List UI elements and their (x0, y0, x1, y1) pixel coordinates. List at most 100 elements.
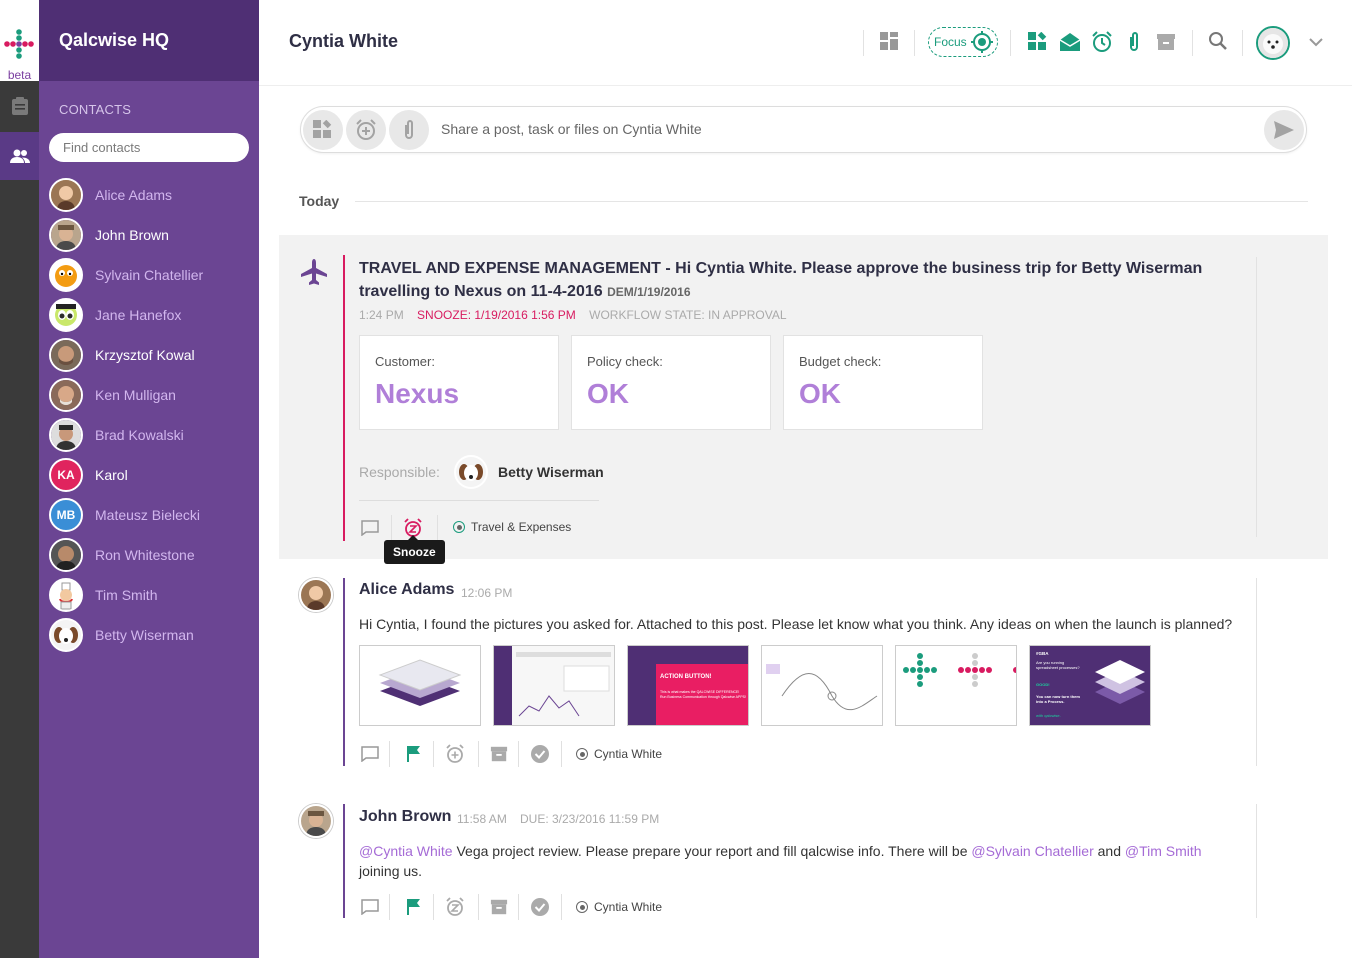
divider (1010, 30, 1011, 56)
clipboard-icon (11, 97, 28, 115)
post-composer: Share a post, task or files on Cyntia Wh… (300, 106, 1307, 153)
comment-icon (361, 899, 379, 915)
attachment-thumbnail[interactable] (359, 645, 481, 726)
john-portrait-icon (301, 806, 331, 836)
contact-item[interactable]: Alice Adams (49, 176, 257, 214)
divider (437, 515, 438, 541)
apps-icon (313, 120, 332, 138)
dog-icon (51, 620, 81, 650)
complete-button[interactable] (529, 743, 551, 765)
add-app-button[interactable] (303, 110, 343, 150)
due-date: DUE: 3/23/2016 11:59 PM (520, 812, 660, 826)
dashboard-image-icon (494, 646, 614, 725)
mention-link[interactable]: @Sylvain Chatellier (971, 843, 1093, 859)
avatar (49, 338, 83, 372)
contact-name: Betty Wiserman (95, 627, 194, 643)
snooze-button[interactable] (444, 896, 466, 918)
page-title: Cyntia White (289, 31, 399, 51)
reminders-button[interactable] (1089, 29, 1115, 55)
contact-item[interactable]: John Brown (49, 216, 257, 254)
attach-file-button[interactable] (389, 110, 429, 150)
apps-button[interactable] (1025, 29, 1051, 55)
inbox-button[interactable] (1057, 29, 1083, 55)
contact-item[interactable]: Jane Hanefox (49, 296, 257, 334)
check-circle-icon (531, 898, 549, 916)
contact-item[interactable]: MB Mateusz Bielecki (49, 496, 257, 534)
recipient-tag[interactable]: Cyntia White (576, 900, 662, 914)
find-contacts-input[interactable] (49, 133, 249, 162)
recipient-tag[interactable]: Cyntia White (576, 747, 662, 761)
add-reminder-button[interactable] (346, 110, 386, 150)
contact-item[interactable]: Krzysztof Kowal (49, 336, 257, 374)
flag-button[interactable] (403, 743, 425, 765)
contact-item[interactable]: Ron Whitestone (49, 536, 257, 574)
avatar (454, 455, 488, 489)
avatar: KA (49, 458, 83, 492)
contact-item[interactable]: Tim Smith (49, 576, 257, 614)
alarm-clock-icon (1092, 31, 1112, 52)
policy-check-card: Policy check: OK (571, 335, 771, 430)
contact-name: John Brown (95, 227, 169, 243)
contact-name: Mateusz Bielecki (95, 507, 201, 523)
travel-approval-post: TRAVEL AND EXPENSE MANAGEMENT - Hi Cynti… (279, 235, 1328, 564)
reminder-button[interactable] (444, 743, 466, 765)
comment-button[interactable] (359, 517, 381, 539)
dashboard-icon (880, 32, 898, 50)
radio-dot-icon (453, 521, 465, 533)
flag-button[interactable] (403, 896, 425, 918)
rail-contacts-button[interactable] (0, 132, 39, 180)
avatar (49, 578, 83, 612)
alarm-add-icon (446, 744, 464, 763)
krzysztof-portrait-icon (51, 340, 81, 370)
contact-item[interactable]: Betty Wiserman (49, 616, 257, 654)
contact-name: Jane Hanefox (95, 307, 182, 323)
contact-item[interactable]: Ken Mulligan (49, 376, 257, 414)
complete-button[interactable] (529, 896, 551, 918)
comment-button[interactable] (359, 896, 381, 918)
post-author[interactable]: Alice Adams (359, 581, 454, 599)
avatar (299, 578, 333, 612)
tim-cartoon-icon (59, 582, 73, 610)
mention-link[interactable]: @Cyntia White (359, 843, 453, 859)
responsible-name[interactable]: Betty Wiserman (498, 464, 604, 480)
attachment-thumbnail[interactable]: ACTION BUTTON! This is what makes the QA… (627, 645, 749, 726)
radio-dot-icon (576, 901, 588, 913)
attachment-thumbnail[interactable] (493, 645, 615, 726)
post-title[interactable]: TRAVEL AND EXPENSE MANAGEMENT - Hi Cynti… (359, 257, 1239, 304)
user-avatar[interactable] (1256, 26, 1290, 60)
post-accent-bar (343, 804, 345, 918)
archive-button[interactable] (488, 896, 510, 918)
archive-button[interactable] (488, 743, 510, 765)
attachments-button[interactable] (1121, 29, 1147, 55)
avatar (299, 804, 333, 838)
rail-tasks-button[interactable] (0, 82, 39, 130)
contact-item[interactable]: KA Karol (49, 456, 257, 494)
composer-input[interactable]: Share a post, task or files on Cyntia Wh… (441, 121, 702, 137)
contact-item[interactable]: Brad Kowalski (49, 416, 257, 454)
comment-icon (361, 520, 379, 536)
mention-link[interactable]: @Tim Smith (1125, 843, 1202, 859)
contact-item[interactable]: Sylvain Chatellier (49, 256, 257, 294)
comment-button[interactable] (359, 743, 381, 765)
attachment-thumbnail[interactable]: #GBA Are you running spreadsheet process… (1029, 645, 1151, 726)
thumb-text: GOOD! (1036, 682, 1050, 687)
divider (1242, 30, 1243, 56)
archive-button[interactable] (1153, 29, 1179, 55)
avatar (49, 378, 83, 412)
dashboard-button[interactable] (877, 29, 903, 55)
card-value: OK (587, 378, 629, 409)
post-author[interactable]: John Brown (359, 808, 451, 826)
attachment-thumbnail[interactable] (895, 645, 1017, 726)
app-tag[interactable]: Travel & Expenses (453, 520, 571, 534)
thumb-text: with qalcwise. (1036, 713, 1061, 718)
day-label: Today (299, 193, 340, 209)
user-menu-toggle[interactable] (1303, 29, 1329, 55)
app-logo[interactable]: beta (0, 0, 39, 82)
attachment-thumbnail[interactable] (761, 645, 883, 726)
thumb-title: #GBA (1036, 651, 1049, 656)
card-label: Budget check: (799, 354, 882, 369)
focus-toggle[interactable]: Focus (928, 27, 998, 57)
recipient-label: Cyntia White (594, 900, 663, 914)
send-button[interactable] (1264, 110, 1304, 150)
search-button[interactable] (1205, 28, 1231, 54)
